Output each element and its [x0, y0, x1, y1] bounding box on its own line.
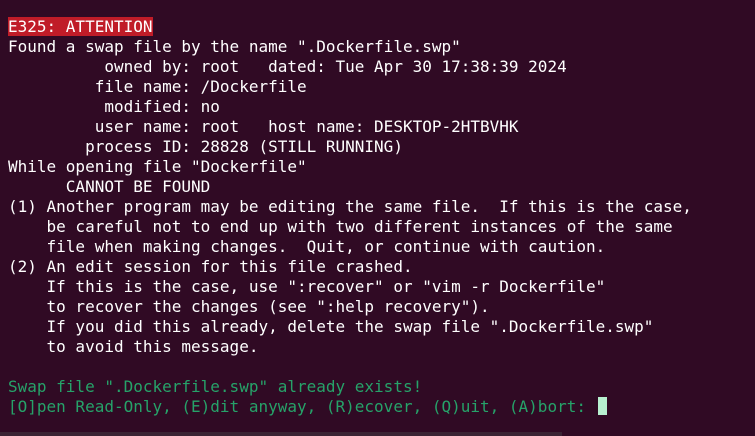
error-code-heading: E325: ATTENTION [8, 17, 153, 36]
terminal-line: file when making changes. Quit, or conti… [8, 237, 606, 256]
terminal-line: process ID: 28828 (STILL RUNNING) [8, 137, 403, 156]
terminal-line: be careful not to end up with two differ… [8, 217, 673, 236]
swap-choice-prompt[interactable]: [O]pen Read-Only, (E)dit anyway, (R)ecov… [8, 397, 607, 417]
text-cursor [597, 397, 607, 415]
swap-choice-prompt-text: [O]pen Read-Only, (E)dit anyway, (R)ecov… [8, 397, 596, 416]
terminal-line: (2) An edit session for this file crashe… [8, 257, 413, 276]
terminal-line: user name: root host name: DESKTOP-2HTBV… [8, 117, 519, 136]
terminal-line: to recover the changes (see ":help recov… [8, 297, 490, 316]
terminal-line: modified: no [8, 97, 220, 116]
terminal-line: to avoid this message. [8, 337, 259, 356]
terminal-line: file name: /Dockerfile [8, 77, 307, 96]
terminal-line: Found a swap file by the name ".Dockerfi… [8, 37, 461, 56]
terminal-line: E325: ATTENTION [8, 17, 153, 37]
terminal-line: While opening file "Dockerfile" [8, 157, 307, 176]
terminal-line: CANNOT BE FOUND [8, 177, 211, 196]
terminal-window[interactable]: E325: ATTENTION Found a swap file by the… [0, 0, 755, 436]
terminal-bottom-edge [0, 432, 562, 436]
terminal-line: If you did this already, delete the swap… [8, 317, 654, 336]
terminal-line: If this is the case, use ":recover" or "… [8, 277, 606, 296]
terminal-line: (1) Another program may be editing the s… [8, 197, 692, 216]
swap-exists-message: Swap file ".Dockerfile.swp" already exis… [8, 377, 423, 396]
terminal-line: owned by: root dated: Tue Apr 30 17:38:3… [8, 57, 567, 76]
